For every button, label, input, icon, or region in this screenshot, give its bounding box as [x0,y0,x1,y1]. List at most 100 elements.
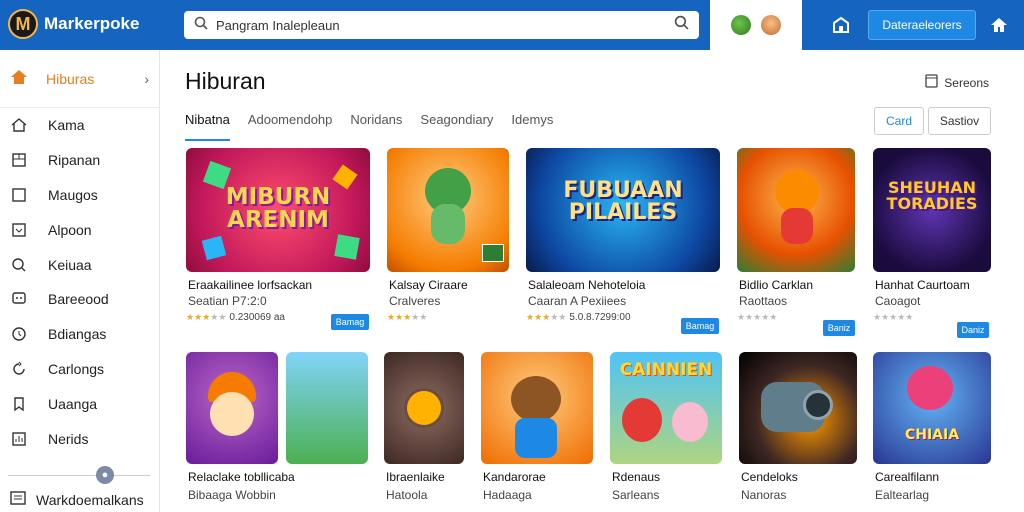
app-title: Hanhat Caurtoam [875,278,970,292]
download-box-icon [10,221,28,239]
sidebar-item-9[interactable]: Nerids [0,421,159,456]
app-subtitle: Caoagot [875,294,921,308]
app-subtitle: Ealtearlag [875,488,930,502]
app-thumbnail: SHEUHAN TORADIES [873,148,991,272]
app-card[interactable]: CAINNIEN Rdenaus Sarleans [610,352,722,512]
search-bar[interactable] [184,11,699,39]
app-title: Cendeloks [741,470,798,484]
thumbnail-art-text: FUBUAAN PILAILES [563,178,683,225]
app-title: Carealfilann [875,470,940,484]
bookmark-icon [10,395,28,413]
square-icon [10,186,28,204]
sidebar-item-label: Bareeood [48,291,109,308]
status-badge[interactable]: Bamag [331,314,369,330]
sidebar-item-bottom[interactable]: Warkdoemalkans [10,490,144,509]
app-thumbnail: CHIAIA [873,352,991,464]
primary-action-button[interactable]: Dateraeleorers [868,10,976,40]
sidebar-item-1[interactable]: Ripanan [0,143,159,178]
app-thumbnail [387,148,509,272]
app-thumbnail: CAINNIEN [610,352,722,464]
card-button[interactable]: Card [874,107,924,135]
sidebar-item-label: Uaanga [48,395,98,412]
app-title: Salaleoam Nehoteloia [528,278,646,292]
status-badge[interactable]: Bamag [681,318,719,334]
app-card[interactable]: MIBURN ARENIM Eraakailinee lorfsackan Se… [186,148,372,333]
app-subtitle: Seatian P7:2:0 [188,294,267,308]
sidebar-item-label: Bdiangas [48,326,107,343]
tab-1[interactable]: Adoomendohp [248,108,333,141]
rating-stars: ★★★★★ [873,312,914,322]
sections-label: Sereons [944,75,989,90]
grid-icon [10,151,28,169]
app-thumbnail-secondary [286,352,368,464]
tab-4[interactable]: Idemys [511,108,553,141]
search-icon [194,16,208,35]
app-subtitle: Hadaaga [483,488,532,502]
app-card[interactable]: Kandarorae Hadaaga [481,352,593,512]
rating-stars: ★★★★★ [737,312,778,322]
app-name: Markerpoke [44,14,140,33]
app-title: Kalsay Ciraare [389,278,468,292]
chevron-right-icon: › [144,70,149,87]
rating-stars: ★★★★★ 5.0.8.7299:00 [526,312,631,323]
app-logo[interactable]: M Markerpoke [8,9,139,39]
sidebar-item-8[interactable]: Uaanga [0,386,159,421]
sidebar-item-4[interactable]: Keiuaa [0,247,159,282]
stats-icon [10,430,28,448]
setting-button[interactable]: Sastiov [928,107,991,135]
tab-2[interactable]: Noridans [350,108,402,141]
store-icon[interactable] [828,12,854,38]
tab-0[interactable]: Nibatna [185,108,230,141]
main-content: Hiburan Sereons Nibatna Adoomendohp Nori… [160,50,1024,512]
app-thumbnail [739,352,857,464]
app-card[interactable]: Ibraenlaike Hatoola [384,352,464,512]
sidebar-divider [8,475,150,476]
app-subtitle: Bibaaga Wobbin [188,488,276,502]
search-submit-icon[interactable] [674,15,689,35]
sidebar-item-6[interactable]: Bdiangas [0,317,159,352]
app-card[interactable]: FUBUAAN PILAILES Salaleoam Nehoteloia Ca… [526,148,720,334]
sidebar-item-2[interactable]: Maugos [0,178,159,213]
app-card[interactable]: Bidlio Carklan Raottaos ★★★★★ Baniz [737,148,857,336]
app-thumbnail [481,352,593,464]
app-card[interactable]: CHIAIA Carealfilann Ealtearlag [873,352,991,512]
thumbnail-art-text: SHEUHAN TORADIES [886,178,978,213]
sidebar-active-label: Hiburas [46,70,95,87]
app-card[interactable]: Relaclake tobllicaba Bibaaga Wobbin [186,352,368,512]
search-circle-icon [10,256,28,274]
sidebar-item-3[interactable]: Alpoon [0,212,159,247]
page-title: Hiburan [185,68,266,94]
status-badge[interactable]: Baniz [823,320,855,336]
app-subtitle: Hatoola [386,488,428,502]
app-card[interactable]: Kalsay Ciraare Cralveres ★★★★★ [387,148,509,333]
sections-link[interactable]: Sereons [925,74,989,91]
sidebar-item-label: Carlongs [48,360,105,377]
sidebar-item-active[interactable]: Hiburas › [0,50,159,108]
avatar-green[interactable] [731,15,751,35]
search-input[interactable] [216,17,666,33]
status-badge[interactable]: Daniz [957,322,989,338]
sidebar-scroll-dot[interactable]: ● [96,466,114,484]
tab-3[interactable]: Seagondiary [420,108,493,141]
sidebar-item-5[interactable]: Bareeood [0,282,159,317]
app-title: Eraakailinee lorfsackan [188,278,313,292]
app-card[interactable]: Cendeloks Nanoras [739,352,857,512]
sidebar: Hiburas › Kama Ripanan Maugos Alpoon Keiuaa B… [0,50,160,512]
house-icon [10,68,28,89]
app-card[interactable]: SHEUHAN TORADIES Hanhat Caurtoam Caoagot… [873,148,991,338]
home-outline-icon [10,116,28,134]
sidebar-item-7[interactable]: Carlongs [0,352,159,387]
avatar-orange[interactable] [761,15,781,35]
refresh-icon [10,360,28,378]
chat-icon [10,290,28,308]
sidebar-item-0[interactable]: Kama [0,108,159,143]
sidebar-item-label: Alpoon [48,221,92,238]
top-bar: M Markerpoke Dateraeleorers [0,0,1024,50]
rating-stars: ★★★★★ [387,312,428,322]
app-subtitle: Nanoras [741,488,787,502]
home-icon[interactable] [986,12,1012,38]
app-thumbnail [186,352,278,464]
app-subtitle: Cralveres [389,294,441,308]
app-title: Kandarorae [483,470,546,484]
app-thumbnail: MIBURN ARENIM [186,148,370,272]
